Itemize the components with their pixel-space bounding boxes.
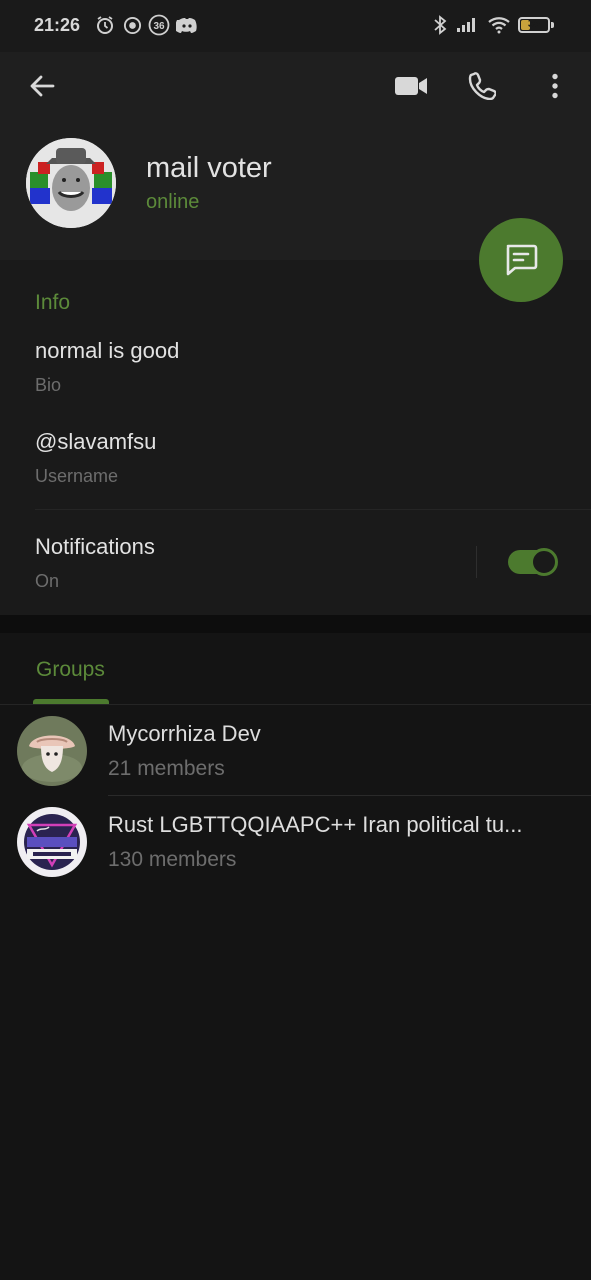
battery-level-text: 36 [527,18,541,30]
group-members: 21 members [108,757,225,780]
toggle-separator [476,546,477,578]
video-camera-icon[interactable] [392,70,430,102]
message-icon [503,243,539,277]
bio-text: normal is good [35,338,180,363]
group-list-item[interactable] [0,797,591,887]
send-message-button[interactable] [479,218,563,302]
arrow-left-icon[interactable] [24,68,60,104]
phone-icon[interactable] [464,68,500,104]
profile-status: online [146,191,200,213]
tab-groups[interactable]: Groups [36,658,105,682]
group-members: 130 members [108,848,237,871]
notification-badge-text: 36 [153,21,165,32]
status-time: 21:26 [34,15,81,35]
group-list-item[interactable] [0,706,591,796]
group-avatar [17,716,87,786]
info-divider [35,509,591,510]
bluetooth-icon [430,14,450,36]
alarm-icon [94,14,116,36]
bio-label: Bio [35,375,62,395]
group-avatar [17,807,87,877]
wifi-icon [486,14,512,36]
username-text: @slavamfsu [35,429,157,454]
notifications-state: On [35,571,60,591]
tabs-divider [0,704,591,705]
signal-icon [455,14,479,36]
notifications-row[interactable] [0,515,591,610]
group-divider [108,795,591,796]
battery-tip [551,22,554,28]
battery-icon: 36 [518,17,550,33]
group-name: Rust LGBTTQQIAAPC++ Iran political tu... [108,812,523,837]
more-vertical-icon[interactable] [540,70,570,102]
profile-avatar[interactable] [26,138,116,228]
notifications-label: Notifications [35,534,155,559]
discord-icon [175,14,199,36]
group-name: Mycorrhiza Dev [108,721,261,746]
info-title: Info [35,291,71,314]
username-label: Username [35,466,119,486]
notifications-toggle-knob[interactable] [530,548,558,576]
badge-36-icon: 36 [147,14,171,36]
section-gap [0,615,591,633]
profile-name: mail voter [146,152,272,184]
podcast-icon [121,14,143,36]
